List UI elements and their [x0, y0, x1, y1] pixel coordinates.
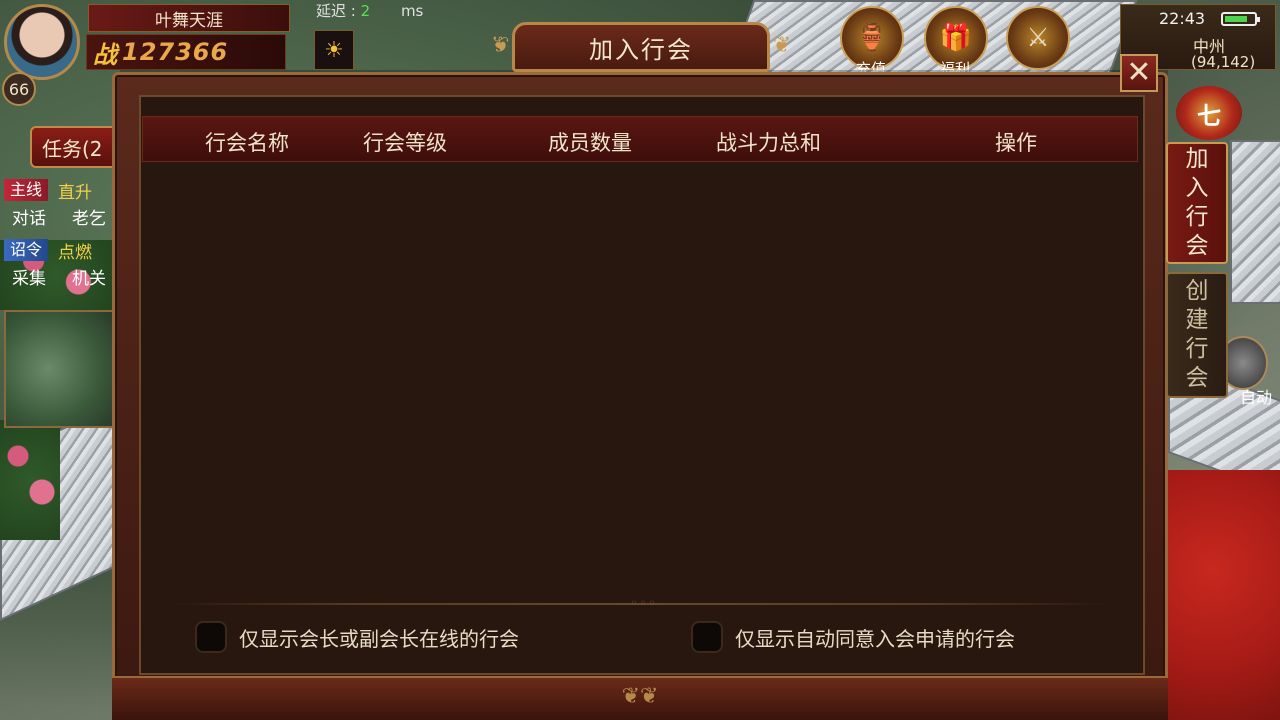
combat-power-value: 127366	[122, 38, 229, 66]
latency-value: 2	[360, 2, 371, 20]
filter-auto-accept-label: 仅显示自动同意入会申请的行会	[735, 626, 1015, 651]
quest-tag-main: 主线	[4, 179, 49, 201]
filter-auto-accept-checkbox[interactable]	[691, 621, 723, 653]
guild-table-header: 行会名称 行会等级 成员数量 战斗力总和 操作	[142, 116, 1138, 162]
flower-bushes	[0, 420, 60, 540]
red-carpet-floor	[1168, 470, 1280, 720]
filter-auto-accept[interactable]: 仅显示自动同意入会申请的行会	[691, 620, 1015, 654]
tab-char: 入	[1185, 175, 1209, 201]
dialog-title: 加入行会	[512, 22, 793, 72]
column-header-guild-level[interactable]: 行会等级	[363, 127, 447, 157]
quest-item[interactable]: 采集 机关	[4, 264, 114, 289]
tab-char: 行	[1185, 204, 1209, 230]
column-header-member-count[interactable]: 成员数量	[548, 127, 632, 157]
task-button[interactable]: 任务(2	[30, 126, 118, 168]
quest-tag-edict: 诏令	[4, 239, 49, 261]
latency-indicator: 延迟 : 2 ms	[316, 0, 423, 21]
quest-item[interactable]: 对话 老乞	[4, 204, 114, 229]
tab-join-guild[interactable]: 加 入 行 会	[1166, 142, 1228, 264]
divider-ornament: ◦◦◦	[630, 596, 658, 610]
column-header-actions: 操作	[995, 131, 1037, 155]
tab-char: 创	[1185, 278, 1209, 304]
player-level-badge: 66	[2, 72, 36, 106]
quest-item[interactable]: 诏令 点燃	[4, 238, 114, 263]
combat-power-prefix: 战	[93, 40, 118, 69]
player-name: 叶舞天涯	[88, 4, 290, 32]
activity-icon[interactable]: ⚔	[1006, 6, 1070, 70]
buff-status-icon[interactable]: ☀	[314, 30, 354, 70]
guild-list[interactable]	[142, 162, 1138, 598]
tab-char: 加	[1185, 146, 1209, 172]
tab-char: 行	[1185, 336, 1209, 362]
recharge-glyph: 🏺	[855, 23, 889, 53]
tab-char: 建	[1185, 307, 1209, 333]
quest-tag-talk: 对话	[12, 208, 46, 229]
clock: 22:43	[1159, 9, 1206, 28]
quest-text: 老乞	[72, 208, 106, 229]
close-button[interactable]: ✕	[1120, 54, 1158, 92]
bottom-ornament: ❦❦	[621, 684, 659, 709]
minimap[interactable]	[4, 310, 114, 428]
combat-power: 战 127366	[86, 34, 286, 70]
filter-leader-online-checkbox[interactable]	[195, 621, 227, 653]
event-seven-day-icon[interactable]: 七	[1176, 86, 1242, 140]
quest-text: 直升	[58, 182, 93, 203]
player-avatar[interactable]	[4, 4, 80, 80]
battery-icon	[1221, 12, 1260, 26]
column-header-guild-name[interactable]: 行会名称	[205, 127, 289, 157]
roof-tiles	[1230, 140, 1280, 304]
latency-label: 延迟 :	[316, 2, 356, 20]
welfare-glyph: 🎁	[939, 23, 973, 53]
map-coords: (94,142)	[1191, 53, 1256, 71]
latency-unit: ms	[400, 2, 424, 20]
quest-text: 机关	[72, 268, 106, 289]
tab-char: 会	[1185, 233, 1209, 259]
auto-battle-label: 自动	[1240, 388, 1273, 407]
tab-create-guild[interactable]: 创 建 行 会	[1166, 272, 1228, 398]
quest-text: 点燃	[58, 242, 93, 263]
quest-tag-gather: 采集	[12, 268, 46, 289]
quest-item[interactable]: 主线 直升	[4, 178, 114, 203]
filter-leader-online[interactable]: 仅显示会长或副会长在线的行会	[195, 620, 519, 654]
filter-leader-online-label: 仅显示会长或副会长在线的行会	[239, 626, 519, 651]
tab-char: 会	[1185, 365, 1209, 391]
column-header-total-power[interactable]: 战斗力总和	[716, 127, 821, 157]
